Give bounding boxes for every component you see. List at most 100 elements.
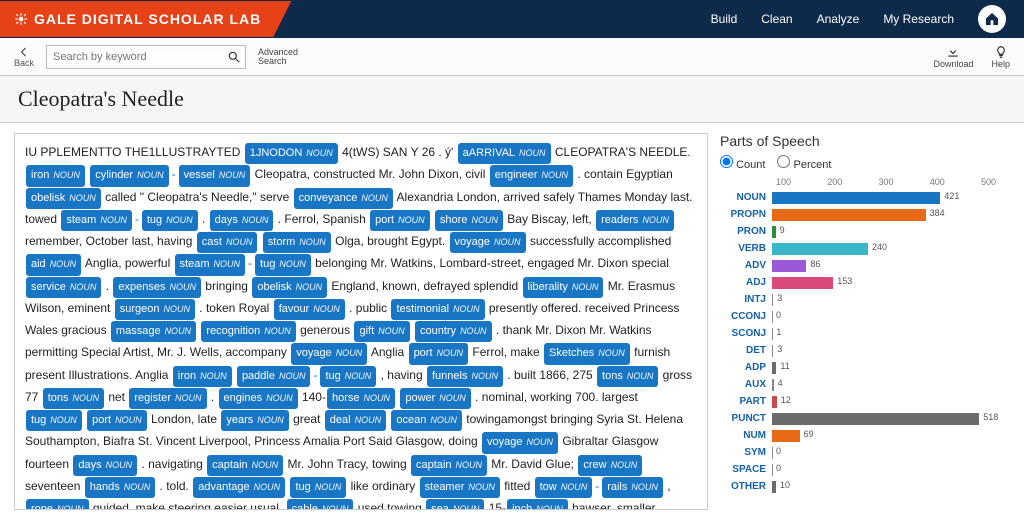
pos-tag[interactable]: railsNOUN: [602, 477, 663, 498]
chart-row-label[interactable]: PUNCT: [720, 413, 772, 424]
chart-row-label[interactable]: ADV: [720, 260, 772, 271]
pos-tag[interactable]: tugNOUN: [290, 477, 346, 498]
help-button[interactable]: Help: [991, 45, 1010, 69]
chart-bar[interactable]: [772, 294, 773, 306]
pos-tag[interactable]: towNOUN: [535, 477, 593, 498]
chart-row-label[interactable]: INTJ: [720, 294, 772, 305]
pos-tag[interactable]: liberalityNOUN: [523, 277, 604, 298]
chart-row-label[interactable]: NUM: [720, 430, 772, 441]
chart-row-label[interactable]: PRON: [720, 226, 772, 237]
pos-tag[interactable]: horseNOUN: [327, 388, 395, 409]
pos-tag[interactable]: ropeNOUN: [26, 499, 89, 510]
chart-bar[interactable]: [772, 430, 800, 442]
pos-tag[interactable]: tugNOUN: [255, 254, 311, 275]
pos-tag[interactable]: voyageNOUN: [482, 432, 558, 453]
chart-bar[interactable]: [772, 345, 773, 357]
pos-tag[interactable]: 1JNODONNOUN: [245, 143, 338, 164]
pos-tag[interactable]: castNOUN: [197, 232, 258, 253]
chart-row-label[interactable]: VERB: [720, 243, 772, 254]
chart-bar[interactable]: [772, 209, 926, 221]
chart-bar[interactable]: [772, 311, 773, 323]
pos-tag[interactable]: conveyanceNOUN: [294, 188, 393, 209]
advanced-search-link[interactable]: Advanced Search: [258, 48, 308, 66]
pos-tag[interactable]: daysNOUN: [210, 210, 274, 231]
pos-tag[interactable]: serviceNOUN: [26, 277, 101, 298]
pos-tag[interactable]: paddleNOUN: [237, 366, 311, 387]
pos-tag[interactable]: ironNOUN: [26, 165, 85, 186]
chart-bar[interactable]: [772, 243, 868, 255]
chart-row-label[interactable]: PROPN: [720, 209, 772, 220]
chart-bar[interactable]: [772, 447, 773, 459]
pos-tag[interactable]: enginesNOUN: [219, 388, 298, 409]
chart-row-label[interactable]: ADP: [720, 362, 772, 373]
pos-tag[interactable]: readersNOUN: [596, 210, 674, 231]
annotated-text-panel[interactable]: IU PPLEMENTTO THE1LLUSTRAYTED 1JNODONNOU…: [14, 133, 708, 510]
pos-tag[interactable]: tugNOUN: [26, 410, 82, 431]
pos-tag[interactable]: seaNOUN: [426, 499, 484, 510]
pos-tag[interactable]: advantageNOUN: [193, 477, 285, 498]
pos-tag[interactable]: captainNOUN: [411, 455, 487, 476]
pos-tag[interactable]: powerNOUN: [400, 388, 470, 409]
chart-row-label[interactable]: DET: [720, 345, 772, 356]
pos-tag[interactable]: vesselNOUN: [179, 165, 251, 186]
radio-percent[interactable]: Percent: [777, 155, 831, 171]
pos-tag[interactable]: crewNOUN: [578, 455, 642, 476]
nav-build[interactable]: Build: [711, 12, 738, 26]
download-button[interactable]: Download: [933, 45, 973, 69]
pos-tag[interactable]: SketchesNOUN: [544, 343, 630, 364]
chart-row-label[interactable]: ADJ: [720, 277, 772, 288]
chart-bar[interactable]: [772, 379, 774, 391]
pos-tag[interactable]: daysNOUN: [73, 455, 137, 476]
chart-bar[interactable]: [772, 464, 773, 476]
pos-tag[interactable]: steamNOUN: [175, 254, 245, 275]
nav-my-research[interactable]: My Research: [883, 12, 954, 26]
chart-bar[interactable]: [772, 362, 776, 374]
pos-tag[interactable]: surgeonNOUN: [115, 299, 195, 320]
chart-row-label[interactable]: CCONJ: [720, 311, 772, 322]
chart-bar[interactable]: [772, 328, 773, 340]
pos-tag[interactable]: funnelsNOUN: [427, 366, 503, 387]
pos-tag[interactable]: tonsNOUN: [43, 388, 104, 409]
pos-tag[interactable]: steamerNOUN: [420, 477, 500, 498]
radio-count[interactable]: Count: [720, 155, 765, 171]
chart-row-label[interactable]: SPACE: [720, 464, 772, 475]
pos-tag[interactable]: recognitionNOUN: [201, 321, 295, 342]
radio-percent-input[interactable]: [777, 155, 790, 168]
pos-tag[interactable]: massageNOUN: [111, 321, 196, 342]
chart-bar[interactable]: [772, 192, 940, 204]
pos-tag[interactable]: expensesNOUN: [113, 277, 201, 298]
chart-bar[interactable]: [772, 396, 777, 408]
search-icon[interactable]: [227, 50, 241, 64]
chart-row-label[interactable]: OTHER: [720, 481, 772, 492]
chart-bar[interactable]: [772, 277, 833, 289]
pos-tag[interactable]: ironNOUN: [173, 366, 232, 387]
nav-clean[interactable]: Clean: [761, 12, 792, 26]
pos-tag[interactable]: cylinderNOUN: [90, 165, 168, 186]
chart-row-label[interactable]: NOUN: [720, 192, 772, 203]
pos-tag[interactable]: registerNOUN: [129, 388, 206, 409]
chart-row-label[interactable]: AUX: [720, 379, 772, 390]
pos-tag[interactable]: engineerNOUN: [490, 165, 573, 186]
chart-row-label[interactable]: SYM: [720, 447, 772, 458]
pos-tag[interactable]: voyageNOUN: [450, 232, 526, 253]
pos-tag[interactable]: favourNOUN: [274, 299, 345, 320]
pos-tag[interactable]: obeliskNOUN: [26, 188, 101, 209]
chart-bar[interactable]: [772, 481, 776, 493]
chart-bar[interactable]: [772, 226, 776, 238]
pos-tag[interactable]: tugNOUN: [320, 366, 376, 387]
pos-tag[interactable]: tugNOUN: [142, 210, 198, 231]
pos-tag[interactable]: aARRIVALNOUN: [458, 143, 551, 164]
pos-tag[interactable]: shoreNOUN: [435, 210, 503, 231]
chart-bar[interactable]: [772, 260, 806, 272]
pos-tag[interactable]: stormNOUN: [263, 232, 331, 253]
pos-tag[interactable]: testimonialNOUN: [391, 299, 484, 320]
pos-tag[interactable]: handsNOUN: [85, 477, 155, 498]
pos-tag[interactable]: inchNOUN: [507, 499, 568, 510]
pos-tag[interactable]: aidNOUN: [26, 254, 81, 275]
nav-analyze[interactable]: Analyze: [817, 12, 860, 26]
chart-row-label[interactable]: SCONJ: [720, 328, 772, 339]
pos-tag[interactable]: portNOUN: [370, 210, 429, 231]
pos-tag[interactable]: portNOUN: [87, 410, 146, 431]
pos-tag[interactable]: yearsNOUN: [221, 410, 288, 431]
pos-tag[interactable]: cableNOUN: [287, 499, 354, 510]
